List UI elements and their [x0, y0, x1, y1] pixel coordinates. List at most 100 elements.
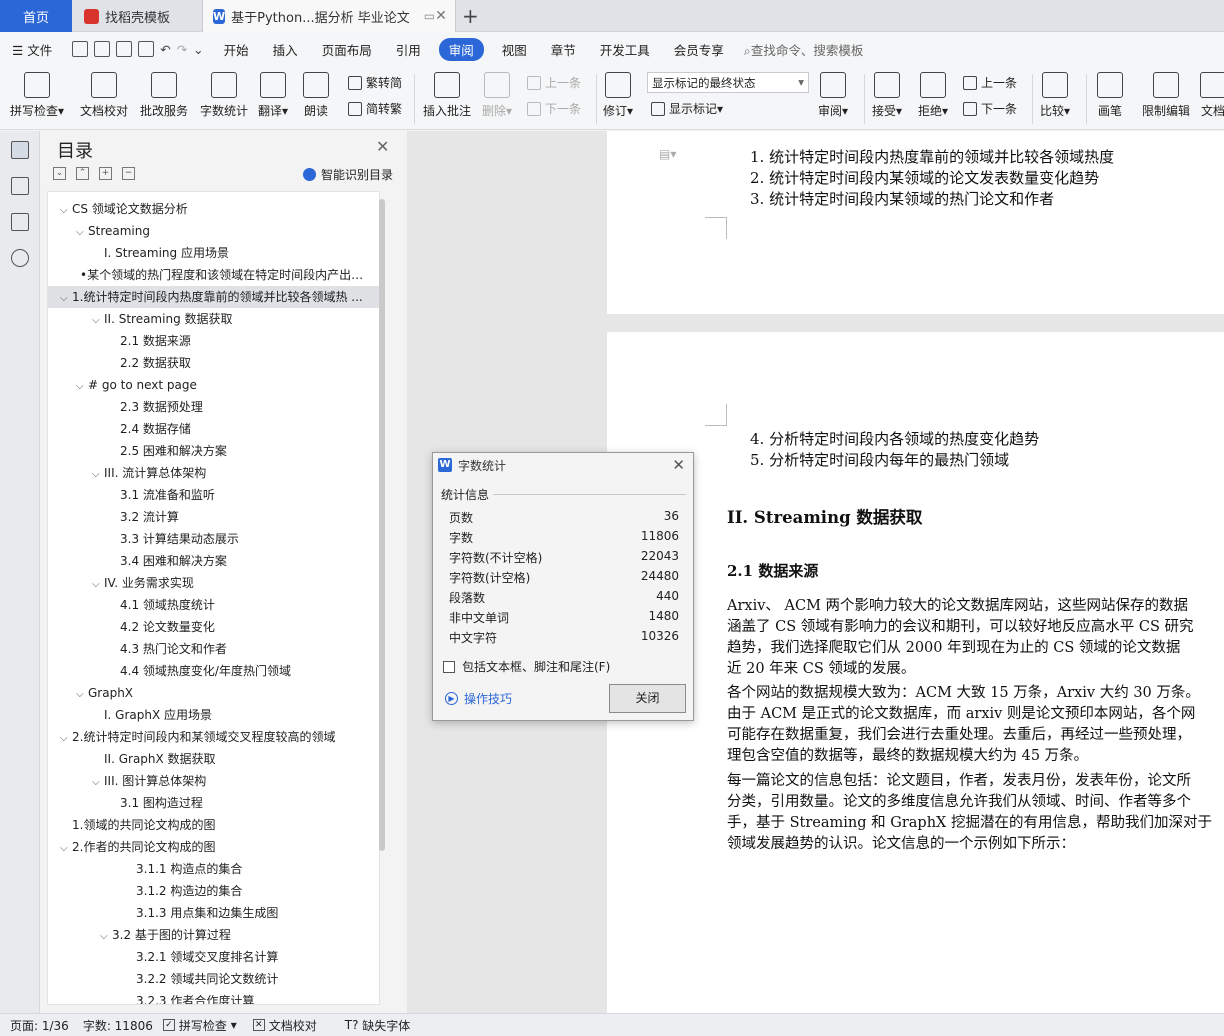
toc-item[interactable]: ⌵ III. 流计算总体架构 — [92, 462, 373, 484]
include-textbox-checkbox[interactable]: 包括文本框、脚注和尾注(F) — [443, 658, 610, 675]
pin-icon[interactable]: ▭ — [424, 9, 435, 23]
toc-item[interactable]: •某个领域的热门程度和该领域在特定时间段内产出的 ... — [68, 264, 373, 286]
toc-item[interactable]: 4.3 热门论文和作者 — [108, 638, 373, 660]
chevron-down-icon[interactable]: ⌵ — [100, 926, 112, 946]
toc-item[interactable]: 3.2.3 作者合作度计算 — [124, 990, 373, 1004]
restrict-edit-button[interactable]: 限制编辑 — [1142, 70, 1190, 119]
translate-button[interactable]: 翻译▾ — [258, 70, 288, 119]
chevron-down-icon[interactable]: ⌵ — [92, 772, 104, 792]
word-count-indicator[interactable]: 字数: 11806 — [83, 1017, 153, 1034]
track-changes-button[interactable]: 修订▾ — [603, 70, 633, 119]
review-pane-button[interactable]: 审阅▾ — [818, 70, 848, 119]
menu-chapter[interactable]: 章节 — [539, 40, 588, 59]
redo-icon[interactable]: ↷ — [177, 42, 187, 57]
toc-item[interactable]: ⌵ 1.统计特定时间段内热度靠前的领域并比较各领域热 ... — [48, 286, 379, 308]
chevron-down-icon[interactable]: ⌵ — [60, 288, 72, 308]
close-tab-icon[interactable]: ✕ — [435, 8, 447, 24]
page-indicator[interactable]: 页面: 1/36 — [10, 1017, 69, 1034]
toc-item[interactable]: 3.1.1 构造点的集合 — [124, 858, 373, 880]
status-doc-check[interactable]: ✕ 文档校对 — [252, 1017, 317, 1034]
toc-item[interactable]: 4.4 领域热度变化/年度热门领域 — [108, 660, 373, 682]
toc-item[interactable]: ⌵ Streaming — [76, 220, 373, 242]
chevron-down-icon[interactable]: ⌵ — [76, 684, 88, 704]
read-aloud-button[interactable]: 朗读 — [303, 70, 329, 119]
toc-item[interactable]: ⌵ 3.2 基于图的计算过程 — [100, 924, 373, 946]
close-icon[interactable]: ✕ — [376, 137, 389, 156]
chevron-down-icon[interactable]: ⌵ — [76, 222, 88, 242]
toc-item[interactable]: I. GraphX 应用场景 — [92, 704, 373, 726]
markup-state-select[interactable]: 显示标记的最终状态 — [647, 72, 809, 93]
command-search[interactable]: ⌕查找命令、搜索模板 — [744, 40, 864, 59]
delete-comment-button[interactable]: 删除▾ — [482, 70, 512, 119]
next-change-button[interactable]: 下一条 — [963, 100, 1017, 117]
add-item-icon[interactable]: + — [99, 167, 112, 180]
toc-item[interactable]: ⌵ CS 领域论文数据分析 — [60, 198, 373, 220]
status-spell-check[interactable]: ✓ 拼写检查 ▾ — [162, 1017, 237, 1034]
toc-item[interactable]: II. GraphX 数据获取 — [92, 748, 373, 770]
toc-item[interactable]: ⌵ IV. 业务需求实现 — [92, 572, 373, 594]
menu-devtools[interactable]: 开发工具 — [588, 40, 662, 59]
preview-icon[interactable] — [138, 41, 155, 57]
reject-button[interactable]: 拒绝▾ — [918, 70, 948, 119]
remove-item-icon[interactable]: − — [122, 167, 135, 180]
toc-item[interactable]: 3.4 困难和解决方案 — [108, 550, 373, 572]
toc-item[interactable]: 3.1 流准备和监听 — [108, 484, 373, 506]
toc-item[interactable]: 3.2.2 领域共同论文数统计 — [124, 968, 373, 990]
compare-button[interactable]: 比较▾ — [1040, 70, 1070, 119]
doc-check-button[interactable]: 文档校对 — [80, 70, 128, 119]
new-tab-icon[interactable]: + — [462, 4, 479, 28]
print-icon[interactable] — [116, 41, 133, 57]
toc-item[interactable]: ⌵ GraphX — [76, 682, 373, 704]
expand-all-icon[interactable]: ⌄ — [53, 167, 66, 180]
search-icon[interactable] — [11, 249, 29, 267]
bookmark-icon[interactable] — [11, 213, 29, 231]
tab-document[interactable]: W 基于Python...据分析 毕业论文 ▭ ✕ — [202, 0, 456, 32]
close-icon[interactable]: ✕ — [672, 456, 685, 474]
menu-reference[interactable]: 引用 — [384, 40, 433, 59]
toc-item[interactable]: 2.1 数据来源 — [108, 330, 373, 352]
annotation-service-button[interactable]: 批改服务 — [140, 70, 188, 119]
export-icon[interactable] — [94, 41, 111, 57]
document-rights-button[interactable]: 文档 — [1200, 70, 1224, 119]
chevron-down-icon[interactable]: ⌵ — [60, 200, 72, 220]
smart-toc-button[interactable]: 智能识别目录 — [303, 166, 393, 183]
toc-item[interactable]: 1.领域的共同论文构成的图 — [60, 814, 373, 836]
chapter-icon[interactable] — [11, 177, 29, 195]
chevron-down-icon[interactable]: ⌵ — [60, 728, 72, 748]
more-icon[interactable]: ⌄ — [193, 42, 203, 57]
toc-item[interactable]: 2.5 困难和解决方案 — [108, 440, 373, 462]
toc-item[interactable]: 3.2.1 领域交叉度排名计算 — [124, 946, 373, 968]
toc-scrollbar[interactable] — [379, 199, 385, 851]
menu-member[interactable]: 会员专享 — [662, 40, 736, 59]
status-missing-font[interactable]: T? 缺失字体 — [345, 1017, 411, 1034]
toc-item[interactable]: 4.1 领域热度统计 — [108, 594, 373, 616]
file-menu[interactable]: ☰ 文件 — [0, 40, 64, 59]
insert-comment-button[interactable]: 插入批注 — [423, 70, 471, 119]
toc-item[interactable]: 3.2 流计算 — [108, 506, 373, 528]
toc-item[interactable]: ⌵ # go to next page — [76, 374, 373, 396]
tab-template[interactable]: 找稻壳模板 — [74, 0, 198, 32]
tab-home[interactable]: 首页 — [0, 0, 72, 32]
menu-start[interactable]: 开始 — [212, 40, 261, 59]
simp-to-trad-button[interactable]: 简转繁 — [348, 100, 402, 117]
paragraph-options-icon[interactable]: ▤▾ — [659, 147, 676, 161]
toc-item[interactable]: ⌵ 2.统计特定时间段内和某领域交叉程度较高的领域 — [60, 726, 373, 748]
pen-button[interactable]: 画笔 — [1097, 70, 1123, 119]
tips-link[interactable]: ▶ 操作技巧 — [445, 690, 512, 707]
toc-item[interactable]: 2.2 数据获取 — [108, 352, 373, 374]
undo-icon[interactable]: ↶ — [160, 42, 170, 57]
toc-item[interactable]: ⌵ II. Streaming 数据获取 — [92, 308, 373, 330]
toc-item[interactable]: 3.1.3 用点集和边集生成图 — [124, 902, 373, 924]
toc-item[interactable]: 3.1 图构造过程 — [108, 792, 373, 814]
outline-icon[interactable] — [11, 141, 29, 159]
menu-review[interactable]: 审阅 — [438, 37, 484, 61]
chevron-down-icon[interactable]: ⌵ — [60, 838, 72, 858]
toc-item[interactable]: I. Streaming 应用场景 — [92, 242, 373, 264]
toc-item[interactable]: 2.4 数据存储 — [108, 418, 373, 440]
chevron-down-icon[interactable]: ⌵ — [92, 574, 104, 594]
show-markup-button[interactable]: 显示标记 ▾ — [651, 100, 723, 117]
trad-to-simp-button[interactable]: 繁转简 — [348, 74, 402, 91]
toc-item[interactable]: 2.3 数据预处理 — [108, 396, 373, 418]
toc-item[interactable]: 3.1.2 构造边的集合 — [124, 880, 373, 902]
save-icon[interactable] — [72, 41, 89, 57]
